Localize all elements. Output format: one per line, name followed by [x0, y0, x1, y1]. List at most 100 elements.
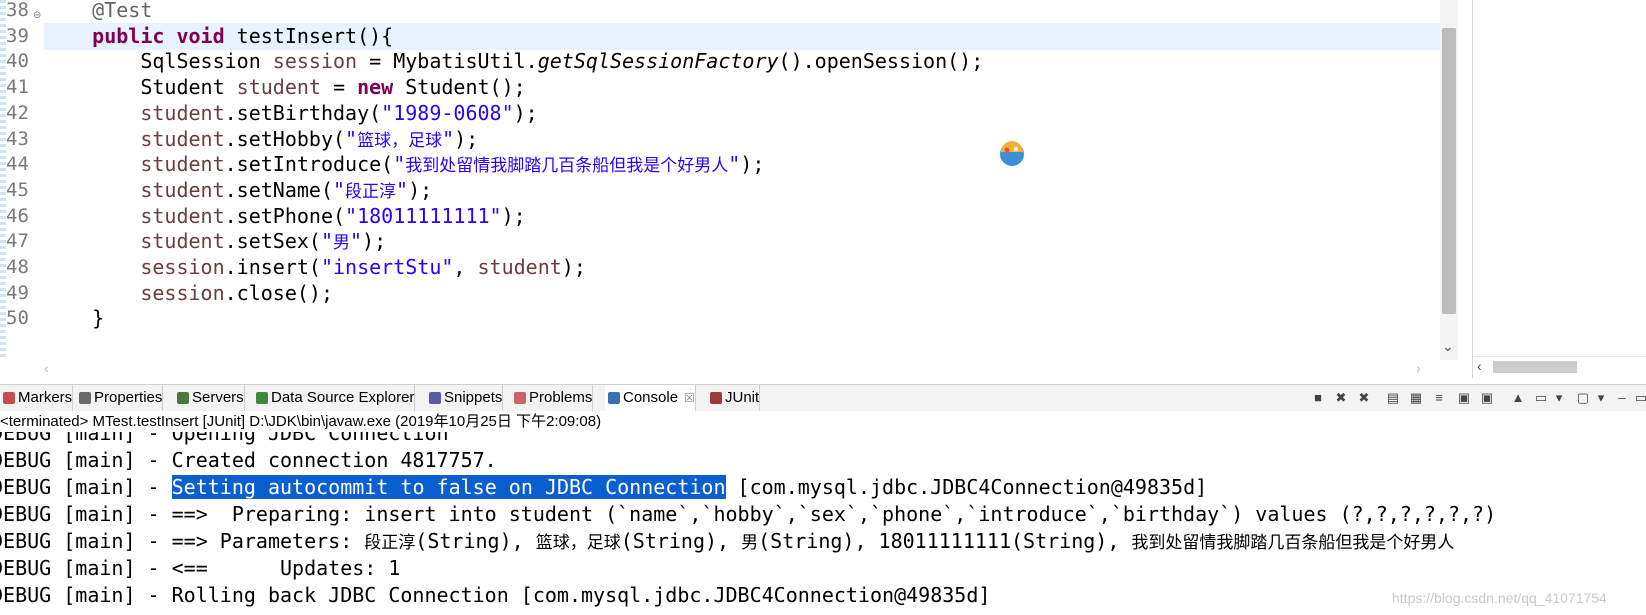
console-line[interactable]: DEBUG [main] - ==> Preparing: insert int…: [0, 501, 1496, 528]
code-line[interactable]: SqlSession session = MybatisUtil.getSqlS…: [44, 48, 1440, 75]
line-number: 38 ⊖: [6, 0, 41, 24]
code-line[interactable]: Student student = new Student();: [44, 74, 1440, 101]
code-token: ": [320, 229, 333, 254]
clear-console-icon[interactable]: ▤: [1385, 390, 1401, 406]
open-dropdown-icon[interactable]: ▾: [1593, 390, 1609, 406]
code-token: =: [320, 75, 358, 100]
console-text: DEBUG [main] - ==> Parameters:: [0, 529, 365, 553]
code-token: 段正淳: [345, 181, 397, 202]
code-token: 我到处留情我脚踏几百条船但我是个好男人: [405, 156, 729, 177]
code-line[interactable]: @Test: [44, 0, 1440, 24]
console-line[interactable]: DEBUG [main] - <== Updates: 1: [0, 555, 400, 582]
outline-panel: ‹: [1472, 0, 1646, 378]
show-stdout-icon[interactable]: ▣: [1456, 390, 1472, 406]
data-source-icon: [256, 392, 268, 404]
outline-scroll-thumb[interactable]: [1493, 361, 1577, 373]
console-line[interactable]: DEBUG [main] - ==> Parameters: 段正淳(Strin…: [0, 528, 1454, 555]
code-line[interactable]: public void testInsert(){: [44, 22, 1440, 50]
pin-console-icon[interactable]: ▲: [1510, 390, 1526, 406]
scroll-down-arrow-icon[interactable]: ⌄: [1442, 338, 1454, 355]
code-token: }: [44, 306, 105, 331]
code-area[interactable]: @Test public void testInsert(){ SqlSessi…: [44, 0, 1440, 360]
line-number: 49: [6, 281, 29, 304]
tab-data-source-explorer[interactable]: Data Source Explorer: [253, 385, 416, 411]
remove-all-icon[interactable]: ✖: [1356, 390, 1372, 406]
console-icon: [608, 392, 620, 404]
line-number: 40: [6, 50, 29, 73]
scroll-left-arrow-icon[interactable]: ‹: [44, 360, 49, 376]
code-line[interactable]: student.setHobby("篮球，足球");: [44, 126, 1440, 153]
tab-problems[interactable]: Problems: [511, 385, 594, 411]
code-token: .setPhone(: [224, 203, 346, 228]
line-number: 41: [6, 76, 29, 99]
outline-horizontal-scrollbar[interactable]: ‹: [1473, 356, 1646, 377]
code-token: student: [140, 152, 225, 177]
close-tab-icon[interactable]: ☒: [684, 391, 695, 405]
word-wrap-icon[interactable]: ≡: [1431, 390, 1447, 406]
code-token: student: [140, 126, 225, 151]
console-line[interactable]: DEBUG [main] - Created connection 481775…: [0, 447, 497, 474]
tab-markers[interactable]: Markers: [0, 385, 74, 411]
tab-snippets[interactable]: Snippets: [426, 385, 504, 411]
code-line[interactable]: student.setBirthday("1989-0608");: [44, 100, 1440, 127]
code-line[interactable]: session.insert("insertStu", student);: [44, 254, 1440, 281]
code-token: );: [454, 126, 479, 151]
open-console-icon[interactable]: ▢: [1575, 390, 1591, 406]
scroll-left-arrow-icon[interactable]: ‹: [1477, 358, 1482, 374]
minimize-icon[interactable]: –: [1614, 390, 1630, 406]
line-number: 45: [6, 178, 29, 201]
scroll-lock-icon[interactable]: ▦: [1408, 390, 1424, 406]
code-token: "insertStu": [320, 255, 454, 279]
code-token: );: [408, 177, 433, 202]
console-text: [com.mysql.jdbc.JDBC4Connection@49835d]: [725, 475, 1208, 499]
servers-icon: [177, 392, 189, 404]
console-text: DEBUG [main] -: [0, 475, 172, 499]
editor-scroll-thumb[interactable]: [1442, 28, 1456, 314]
code-token: void: [176, 23, 225, 48]
console-text: DEBUG [main] - ==> Preparing: insert int…: [0, 502, 1497, 526]
terminate-icon[interactable]: ■: [1310, 390, 1326, 406]
display-dropdown-icon[interactable]: ▾: [1551, 390, 1567, 406]
maximize-icon[interactable]: ▭: [1633, 390, 1646, 406]
code-token: student: [140, 203, 225, 228]
code-token: .setSex(: [224, 229, 321, 254]
code-token: );: [501, 203, 526, 228]
console-text: (String), 18011111111(String),: [758, 529, 1132, 553]
display-console-icon[interactable]: ▭: [1533, 390, 1549, 406]
code-line[interactable]: }: [44, 305, 1440, 332]
code-token: .insert(: [224, 255, 321, 279]
tab-junit[interactable]: JUnit: [707, 385, 761, 411]
line-number-gutter: 38 ⊖ 39 40 41 42 43 44 45 46 47 48 49 50: [6, 0, 44, 360]
code-line[interactable]: session.close();: [44, 280, 1440, 307]
tab-properties[interactable]: Properties: [76, 385, 164, 411]
code-line[interactable]: student.setPhone("18011111111");: [44, 203, 1440, 230]
console-text: 我到处留情我脚踏几百条船但我是个好男人: [1131, 533, 1455, 553]
console-line[interactable]: DEBUG [main] - Rolling back JDBC Connect…: [0, 582, 990, 609]
tab-label: Problems: [529, 389, 593, 406]
code-line[interactable]: student.setSex("男");: [44, 228, 1440, 255]
floating-assistant-icon[interactable]: [998, 140, 1026, 168]
console-line[interactable]: DEBUG [main] - Opening JDBC Connection: [0, 432, 449, 447]
tab-console[interactable]: Console ☒: [605, 385, 696, 411]
scroll-right-arrow-icon[interactable]: ›: [1416, 360, 1421, 376]
code-editor[interactable]: 38 ⊖ 39 40 41 42 43 44 45 46 47 48 49 50 @Test public…: [0, 0, 1460, 378]
code-token: Student();: [393, 75, 526, 100]
show-stderr-icon[interactable]: ▣: [1479, 390, 1495, 406]
line-number: 42: [6, 101, 29, 124]
console-line[interactable]: DEBUG [main] - Setting autocommit to fal…: [0, 474, 1207, 501]
tab-servers[interactable]: Servers: [174, 385, 245, 411]
code-token: "1989-0608": [381, 100, 514, 125]
code-line[interactable]: student.setIntroduce("我到处留情我脚踏几百条船但我是个好男…: [44, 151, 1440, 178]
console-output[interactable]: DEBUG [main] - Opening JDBC Connection DE…: [0, 432, 1646, 615]
code-line[interactable]: student.setName("段正淳");: [44, 177, 1440, 204]
code-token: session: [272, 49, 358, 74]
editor-horizontal-scrollbar[interactable]: ‹ ›: [44, 360, 1440, 378]
console-process-status: <terminated> MTest.testInsert [JUnit] D:…: [0, 411, 1646, 432]
remove-launch-icon[interactable]: ✖: [1333, 390, 1349, 406]
code-token: .setHobby(: [224, 126, 346, 151]
editor-vertical-scrollbar[interactable]: ⌄: [1440, 0, 1458, 360]
